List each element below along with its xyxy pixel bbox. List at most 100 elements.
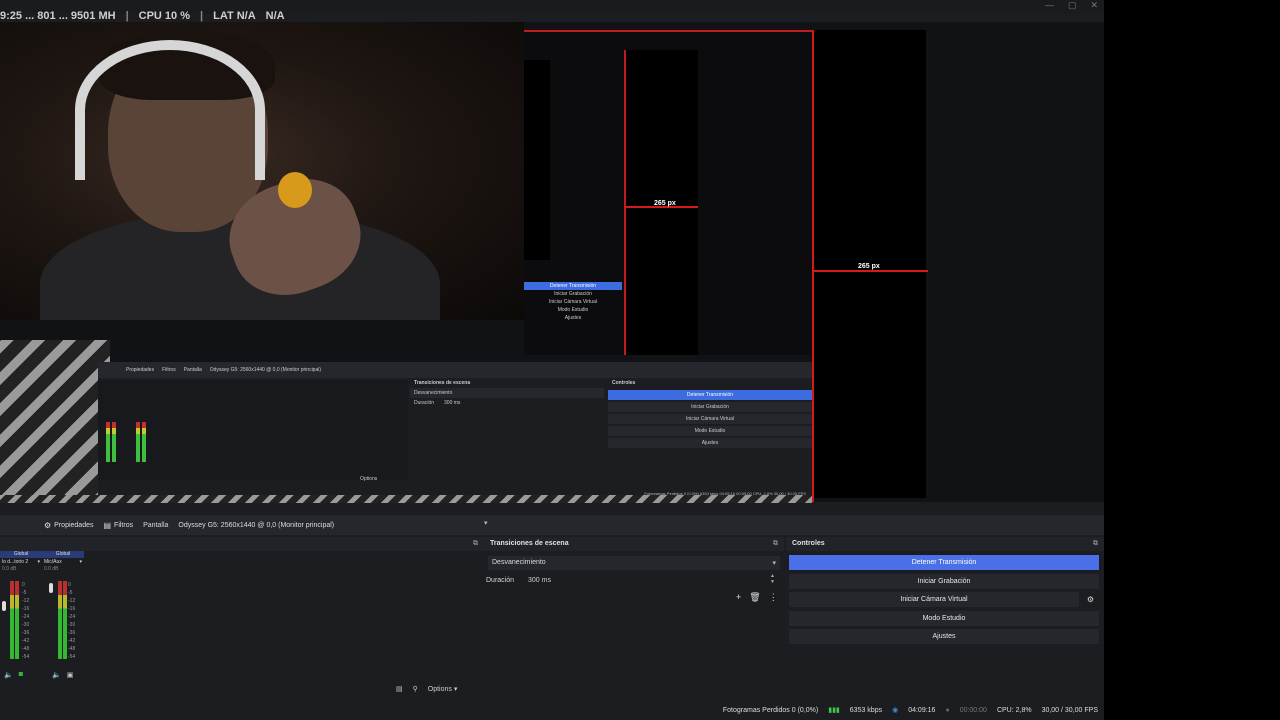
maximize-icon[interactable]: ▢	[1068, 0, 1077, 11]
options-button[interactable]: Options ▾	[428, 685, 458, 693]
chevron-down-icon[interactable]: ▾	[79, 559, 82, 565]
status-bar: Fotogramas Perdidos 0 (0,0%) ▮▮▮ 6353 kb…	[0, 700, 1104, 720]
float-dock-icon[interactable]: ⧉	[773, 540, 778, 548]
meter-scale: 0 -5 -12 -16 -24 -30 -36 -42 -48 -54	[22, 582, 30, 660]
minimize-icon[interactable]: —	[1045, 0, 1054, 11]
filter-icon: ▤	[103, 520, 112, 530]
nested-transitions: Transiciones de escena Desvanecimiento D…	[410, 380, 604, 480]
nested-trans-header: Transiciones de escena	[414, 380, 471, 386]
nested-meter	[136, 422, 140, 462]
more-icon[interactable]: ⋮	[769, 592, 778, 603]
nested-control-item: Ajustes	[564, 315, 582, 321]
channel-name: lo d...torio 2	[2, 559, 29, 565]
dock-title: Controles	[792, 540, 825, 547]
nested-tab: Odyssey G5: 2560x1440 @ 0,0 (Monitor pri…	[209, 367, 322, 373]
channel-db: 0.0 dB	[2, 566, 17, 572]
obs-window: — ▢ ✕ 265 px Detener Transmisión Iniciar…	[0, 0, 1104, 720]
add-icon[interactable]: +	[736, 592, 741, 603]
nested-options: Options	[360, 476, 378, 482]
nested-control-item: Detener Transmisión	[524, 282, 622, 290]
headset	[75, 40, 265, 180]
stream-icon: ◉	[892, 707, 899, 714]
transition-select[interactable]: Desvanecimiento ▾	[488, 556, 780, 570]
duration-spinner[interactable]: ▲ ▼	[770, 573, 775, 585]
volume-fader[interactable]	[2, 601, 6, 611]
audio-mixer-dock: ⧉ Global lo d...torio 2 ▾ 0.0 dB Global …	[0, 537, 484, 700]
audio-meter	[58, 581, 62, 659]
mixer-layout-icon[interactable]: ▤	[396, 685, 403, 693]
hazard-stripes	[0, 340, 110, 502]
float-dock-icon[interactable]: ⧉	[473, 540, 478, 548]
start-virtual-cam-button[interactable]: Iniciar Cámara Virtual	[789, 592, 1079, 607]
link-icon[interactable]: ⚲	[413, 685, 418, 693]
properties-button[interactable]: ⚙ Propiedades	[44, 521, 93, 530]
nested-black-region	[524, 60, 550, 260]
guide-line-vertical	[812, 30, 814, 502]
controls-dock: Controles ⧉ Detener Transmisión Iniciar …	[786, 537, 1104, 700]
px-label-large: 265 px	[858, 263, 880, 270]
outside-area	[1104, 0, 1280, 720]
nested-duration-label: Duración	[414, 400, 435, 406]
source-select[interactable]: Odyssey G5: 2560x1440 @ 0,0 (Monitor pri…	[178, 522, 334, 529]
rubber-duck	[278, 172, 312, 208]
headphones-icon[interactable]: ◙	[19, 671, 23, 679]
nested-control-item: Iniciar Cámara Virtual	[549, 299, 597, 305]
studio-mode-button[interactable]: Modo Estudio	[789, 611, 1099, 626]
nested-obs-panel: Propiedades Filtros Pantalla Odyssey G5:…	[98, 362, 812, 500]
nested-tab: Filtros	[162, 367, 176, 373]
chevron-down-icon[interactable]: ▾	[37, 559, 40, 565]
meter-scale: 0 -5 -12 -16 -24 -30 -36 -42 -48 -54	[68, 582, 76, 660]
dock-title: Transiciones de escena	[490, 540, 569, 547]
nested-ctrl-btn: Detener Transmisión	[608, 390, 812, 400]
source-toolbar: ⚙ Propiedades ▤ Filtros Pantalla Odyssey…	[0, 515, 1104, 535]
speaker-icon[interactable]: 🔈	[52, 671, 61, 679]
record-time: 00:00:00	[959, 706, 987, 714]
properties-label: Propiedades	[54, 521, 94, 529]
chevron-down-icon[interactable]: ▾	[484, 519, 488, 527]
stats-lat-value: N/A	[265, 10, 285, 22]
webcam-feed	[0, 22, 524, 320]
bitrate: 6353 kbps	[849, 706, 883, 714]
nested-ctrl-btn: Ajustes	[608, 438, 812, 448]
stats-lat: LAT N/A	[213, 10, 256, 22]
lock-icon[interactable]: ▣	[67, 671, 74, 679]
speaker-icon[interactable]: 🔈	[4, 671, 13, 679]
mixer-footer: ▤ ⚲ Options ▾	[396, 685, 457, 693]
stats-overlay: 9:25 ... 801 ... 9501 MH | CPU 10 % | LA…	[0, 10, 285, 22]
close-icon[interactable]: ✕	[1090, 0, 1098, 11]
stop-stream-button[interactable]: Detener Transmisión	[789, 555, 1099, 570]
nested-ctrl-btn: Iniciar Grabación	[608, 402, 812, 412]
volume-fader[interactable]	[49, 583, 53, 593]
dropped-frames: Fotogramas Perdidos 0 (0,0%)	[722, 706, 819, 714]
scene-transitions-dock: Transiciones de escena ⧉ Desvanecimiento…	[484, 537, 784, 700]
nested-ctrl-btn: Iniciar Cámara Virtual	[608, 414, 812, 424]
channel-header: Global	[42, 551, 84, 558]
chevron-down-icon: ▾	[772, 560, 776, 567]
gear-icon[interactable]: ⚙	[1087, 595, 1094, 604]
nested-controls: Detener Transmisión Iniciar Grabación In…	[524, 282, 622, 322]
mixer-channel-2: Global Mic/Aux ▾ 0.0 dB	[42, 551, 84, 572]
filters-label: Filtros	[114, 521, 134, 529]
nested-tab: Pantalla	[183, 367, 202, 373]
nested-ctrl-btn: Modo Estudio	[608, 426, 812, 436]
fps: 30,00 / 30,00 FPS	[1041, 706, 1098, 714]
float-dock-icon[interactable]: ⧉	[1093, 540, 1098, 548]
record-icon: ●	[945, 706, 950, 714]
trash-icon[interactable]: 🗑	[749, 592, 760, 603]
nested-toolbar: Propiedades Filtros Pantalla Odyssey G5:…	[98, 362, 812, 378]
source-type-label: Pantalla	[143, 521, 169, 529]
stats-garbled: 9:25 ... 801 ... 9501 MH	[0, 10, 116, 22]
signal-icon: ▮▮▮	[828, 707, 840, 714]
settings-button[interactable]: Ajustes	[789, 629, 1099, 644]
audio-meter	[63, 581, 67, 659]
mixer-channel-1: Global lo d...torio 2 ▾ 0.0 dB	[0, 551, 42, 572]
duration-input[interactable]: 300 ms	[528, 577, 768, 584]
window-controls: — ▢ ✕	[1045, 0, 1098, 11]
px-label-small: 265 px	[654, 200, 676, 207]
filters-button[interactable]: ▤ Filtros	[103, 521, 133, 530]
duration-label: Duración	[486, 577, 515, 584]
start-record-button[interactable]: Iniciar Grabación	[789, 574, 1099, 589]
guide-line-horizontal	[812, 270, 928, 272]
cpu-usage: CPU: 2,8%	[996, 706, 1032, 714]
audio-meter	[15, 581, 19, 659]
